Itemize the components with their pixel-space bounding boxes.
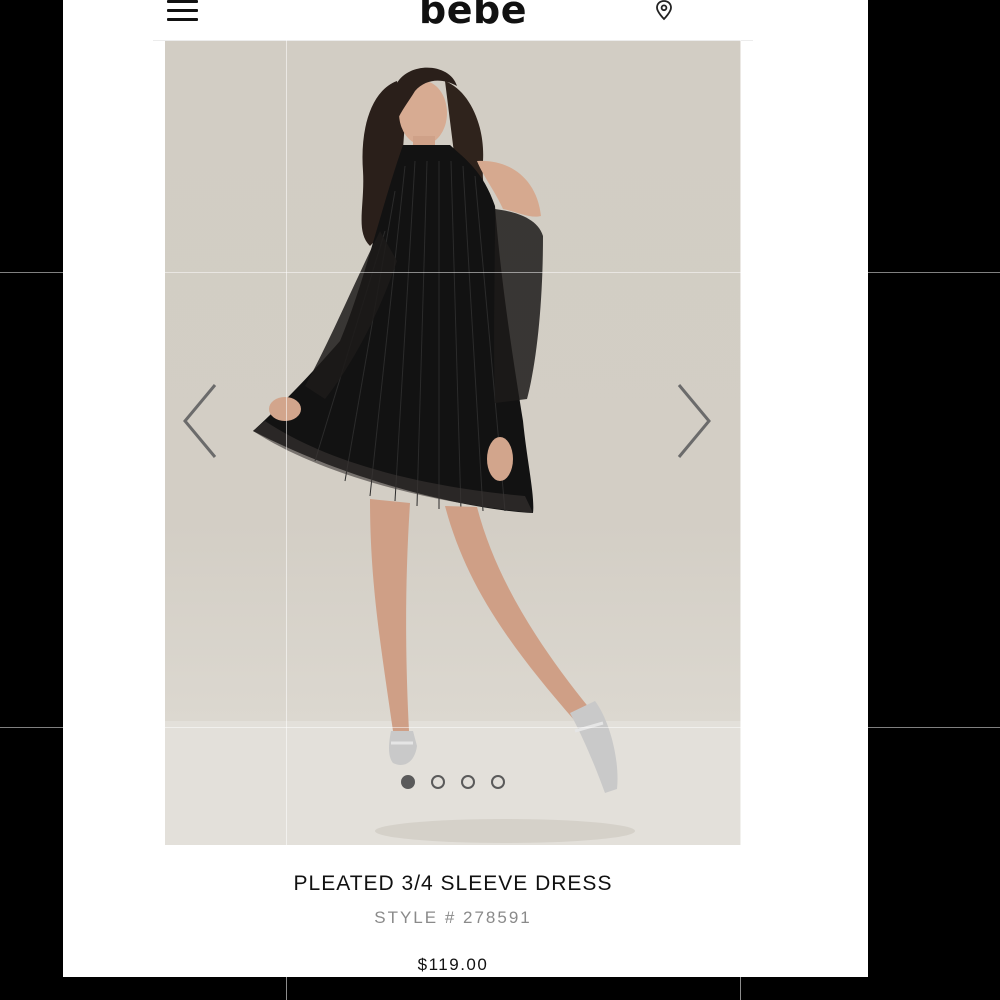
chevron-left-icon (183, 384, 217, 458)
product-price: $119.00 (417, 955, 489, 974)
brand-logo[interactable]: bebe (393, 0, 553, 32)
product-name: PLEATED 3/4 SLEEVE DRESS (293, 872, 613, 895)
product-photo (165, 67, 741, 845)
site-header: bebe (153, 0, 753, 40)
carousel-pagination (401, 775, 521, 795)
chevron-right-icon (677, 384, 711, 458)
carousel-dot-4[interactable] (491, 775, 505, 789)
product-image-carousel[interactable] (165, 41, 741, 845)
carousel-dot-1[interactable] (401, 775, 415, 789)
app-screen: bebe PLEATED 3/4 SLEEVE DRESS STYLE # 27… (63, 0, 868, 977)
hamburger-menu-icon[interactable] (167, 0, 199, 24)
carousel-prev-button[interactable] (181, 381, 221, 461)
carousel-dot-3[interactable] (461, 775, 475, 789)
map-pin-icon[interactable] (653, 0, 675, 22)
carousel-dot-2[interactable] (431, 775, 445, 789)
carousel-next-button[interactable] (673, 381, 713, 461)
product-style-number: STYLE # 278591 (374, 908, 532, 927)
